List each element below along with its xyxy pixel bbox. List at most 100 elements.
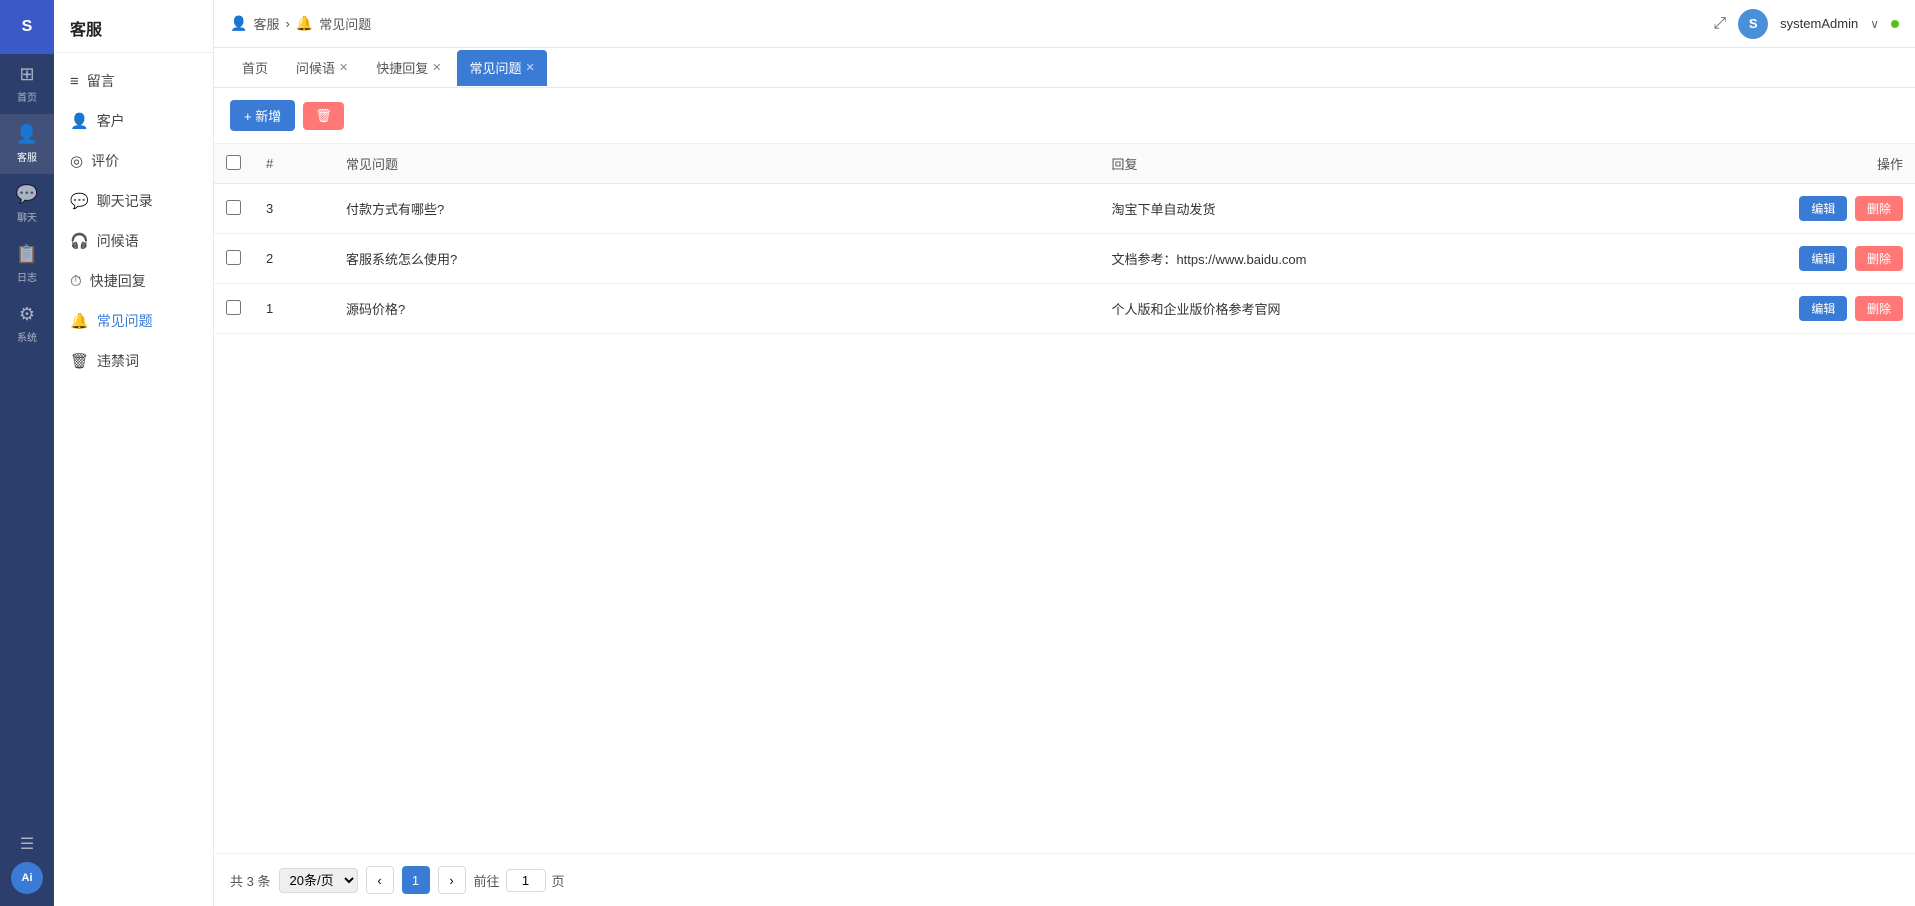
fullscreen-icon[interactable]: ⤢ — [1713, 15, 1726, 33]
tab-faq[interactable]: 常见问题 ✕ — [457, 50, 546, 86]
table-header-row: # 常见问题 回复 操作 — [214, 144, 1915, 184]
tab-faq-close[interactable]: ✕ — [526, 61, 535, 74]
col-check-header — [214, 144, 254, 184]
sidebar-item-banned-words[interactable]: 🗑 违禁词 — [54, 341, 213, 381]
batch-delete-button[interactable]: 🗑 — [303, 102, 344, 130]
pagination-total: 共 3 条 — [230, 871, 271, 890]
reviews-icon: ◎ — [70, 152, 83, 170]
chat-icon: 💬 — [16, 184, 38, 205]
topbar-right: ⤢ S systemAdmin ∨ — [1713, 9, 1899, 39]
breadcrumb-root: 客服 — [253, 14, 279, 33]
nav-item-log[interactable]: 📋 日志 — [0, 234, 54, 294]
faq-icon: 🔔 — [70, 312, 89, 330]
sidebar-label-quick-reply: 快捷回复 — [90, 271, 146, 291]
sidebar-item-faq[interactable]: 🔔 常见问题 — [54, 301, 213, 341]
nav-item-system[interactable]: ⚙ 系统 — [0, 294, 54, 354]
nav-item-home[interactable]: ⊞ 首页 — [0, 54, 54, 114]
nav-label-customer: 客服 — [17, 149, 37, 164]
breadcrumb-sep: › — [285, 16, 289, 31]
chat-history-icon: 💬 — [70, 192, 89, 210]
tab-quick-reply-close[interactable]: ✕ — [432, 61, 441, 74]
row-checkbox[interactable] — [226, 200, 241, 215]
quick-words-icon: 🎧 — [70, 232, 89, 250]
customers-icon: 👤 — [70, 112, 89, 130]
toolbar: + 新增 🗑 — [214, 88, 1915, 144]
nav-item-chat[interactable]: 💬 聊天 — [0, 174, 54, 234]
content-area: + 新增 🗑 # 常见问题 — [214, 88, 1915, 906]
sidebar-label-quick-words: 问候语 — [97, 231, 139, 251]
row-checkbox[interactable] — [226, 300, 241, 315]
sidebar-item-messages[interactable]: ≡ 留言 — [54, 61, 213, 101]
breadcrumb: 👤 客服 › 🔔 常见问题 — [230, 14, 371, 33]
add-button[interactable]: + 新增 — [230, 100, 295, 131]
table-row: 3 付款方式有哪些? 淘宝下单自动发货 编辑 删除 — [214, 184, 1915, 234]
sidebar-label-chat-history: 聊天记录 — [97, 191, 153, 211]
log-icon: 📋 — [16, 244, 38, 265]
tab-bar: 首页 问候语 ✕ 快捷回复 ✕ 常见问题 ✕ — [214, 48, 1915, 88]
row-checkbox[interactable] — [226, 250, 241, 265]
tab-quick-words-label: 问候语 — [296, 58, 335, 77]
sidebar-label-faq: 常见问题 — [97, 311, 153, 331]
table-row: 1 源码价格? 个人版和企业版价格参考官网 编辑 删除 — [214, 284, 1915, 334]
next-page-button[interactable]: › — [438, 866, 466, 894]
sidebar: 客服 ≡ 留言 👤 客户 ◎ 评价 💬 聊天记录 🎧 问候语 ⏱ 快捷回复 🔔 … — [54, 0, 214, 906]
tab-faq-label: 常见问题 — [469, 58, 521, 77]
page-size-select[interactable]: 10条/页20条/页50条/页 — [279, 868, 358, 893]
edit-button[interactable]: 编辑 — [1799, 296, 1847, 321]
row-reply: 个人版和企业版价格参考官网 — [1099, 284, 1755, 334]
row-num: 1 — [254, 284, 334, 334]
menu-toggle-icon[interactable]: ☰ — [20, 834, 34, 854]
app-logo: S — [0, 0, 54, 54]
tab-home-label: 首页 — [242, 58, 268, 77]
delete-row-button[interactable]: 删除 — [1855, 196, 1903, 221]
sidebar-item-quick-reply[interactable]: ⏱ 快捷回复 — [54, 261, 213, 301]
logo-text: S — [22, 18, 33, 36]
row-reply: 淘宝下单自动发货 — [1099, 184, 1755, 234]
row-num: 3 — [254, 184, 334, 234]
table-body: 3 付款方式有哪些? 淘宝下单自动发货 编辑 删除 2 客服系统怎么使用? 文档… — [214, 184, 1915, 334]
prev-page-button[interactable]: ‹ — [366, 866, 394, 894]
table-row: 2 客服系统怎么使用? 文档参考：https://www.baidu.com 编… — [214, 234, 1915, 284]
table-wrap: # 常见问题 回复 操作 — [214, 144, 1915, 853]
user-dropdown-icon[interactable]: ∨ — [1870, 17, 1879, 31]
page-1-button[interactable]: 1 — [402, 866, 430, 894]
edit-button[interactable]: 编辑 — [1799, 246, 1847, 271]
select-all-checkbox[interactable] — [226, 155, 241, 170]
sidebar-label-customers: 客户 — [97, 111, 125, 131]
col-action-header: 操作 — [1755, 144, 1915, 184]
banned-words-icon: 🗑 — [70, 352, 89, 370]
sidebar-title: 客服 — [54, 0, 213, 53]
page-goto: 前往 页 — [474, 869, 565, 892]
page-goto-input[interactable] — [506, 869, 546, 892]
row-question: 客服系统怎么使用? — [334, 234, 1099, 284]
sidebar-menu: ≡ 留言 👤 客户 ◎ 评价 💬 聊天记录 🎧 问候语 ⏱ 快捷回复 🔔 常见问… — [54, 53, 213, 906]
username: systemAdmin — [1780, 16, 1858, 31]
tab-home[interactable]: 首页 — [230, 50, 280, 86]
sidebar-item-customers[interactable]: 👤 客户 — [54, 101, 213, 141]
nav-bottom: ☰ Ai — [11, 834, 43, 906]
pagination: 共 3 条 10条/页20条/页50条/页 ‹ 1 › 前往 页 — [214, 853, 1915, 906]
breadcrumb-current: 常见问题 — [319, 14, 371, 33]
ai-button[interactable]: Ai — [11, 862, 43, 894]
edit-button[interactable]: 编辑 — [1799, 196, 1847, 221]
customer-icon: 👤 — [16, 124, 38, 145]
quick-reply-icon: ⏱ — [70, 273, 82, 290]
tab-quick-reply[interactable]: 快捷回复 ✕ — [364, 50, 453, 86]
delete-row-button[interactable]: 删除 — [1855, 246, 1903, 271]
sidebar-item-reviews[interactable]: ◎ 评价 — [54, 141, 213, 181]
nav-item-customer[interactable]: 👤 客服 — [0, 114, 54, 174]
sidebar-item-chat-history[interactable]: 💬 聊天记录 — [54, 181, 213, 221]
nav-label-log: 日志 — [17, 269, 37, 284]
nav-label-chat: 聊天 — [17, 209, 37, 224]
sidebar-item-quick-words[interactable]: 🎧 问候语 — [54, 221, 213, 261]
tab-quick-words-close[interactable]: ✕ — [339, 61, 348, 74]
col-faq-header: 常见问题 — [334, 144, 1099, 184]
online-status-dot — [1891, 20, 1899, 28]
delete-row-button[interactable]: 删除 — [1855, 296, 1903, 321]
row-num: 2 — [254, 234, 334, 284]
sidebar-label-messages: 留言 — [87, 71, 115, 91]
nav-label-home: 首页 — [17, 89, 37, 104]
tab-quick-words[interactable]: 问候语 ✕ — [284, 50, 360, 86]
row-question: 付款方式有哪些? — [334, 184, 1099, 234]
breadcrumb-bell-icon: 🔔 — [296, 15, 313, 32]
